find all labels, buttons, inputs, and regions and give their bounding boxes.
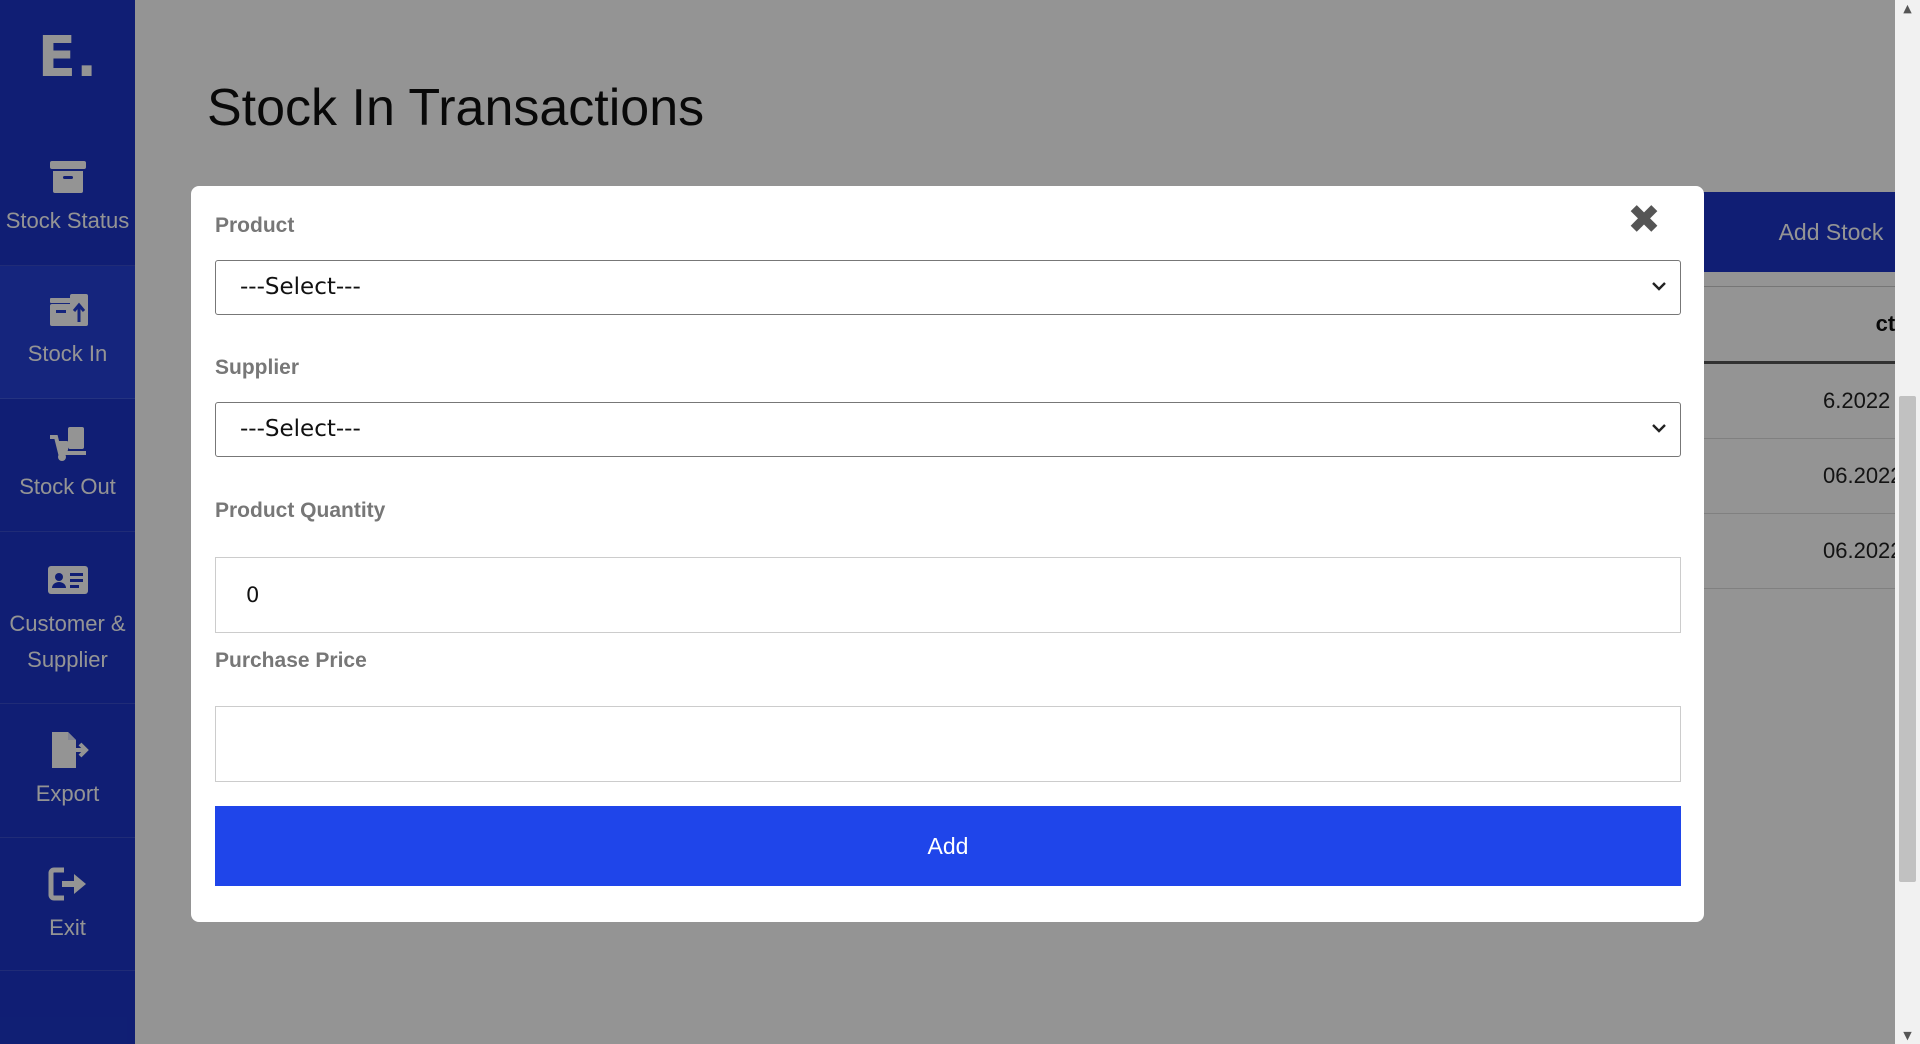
product-quantity-value: 0 (246, 583, 260, 607)
product-quantity-label: Product Quantity (215, 499, 386, 522)
scroll-down-arrow-icon[interactable]: ▼ (1895, 1029, 1920, 1042)
add-button[interactable]: Add (215, 806, 1681, 886)
product-label: Product (215, 214, 295, 237)
scroll-up-arrow-icon[interactable]: ▲ (1895, 2, 1920, 15)
close-icon[interactable]: ✖ (1624, 200, 1664, 240)
scroll-thumb[interactable] (1899, 396, 1916, 882)
supplier-label: Supplier (215, 356, 300, 379)
vertical-scrollbar[interactable]: ▲ ▼ (1895, 0, 1920, 1044)
chevron-down-icon (1652, 424, 1666, 433)
chevron-down-icon (1652, 282, 1666, 291)
purchase-price-label: Purchase Price (215, 649, 367, 672)
product-select-value: ---Select--- (240, 274, 361, 300)
product-quantity-input[interactable]: 0 (215, 557, 1681, 633)
supplier-select[interactable]: ---Select--- (215, 402, 1681, 457)
purchase-price-input[interactable] (215, 706, 1681, 782)
supplier-select-value: ---Select--- (240, 416, 361, 442)
product-select[interactable]: ---Select--- (215, 260, 1681, 315)
add-stock-modal: ✖ Product ---Select--- Supplier ---Selec… (191, 186, 1704, 922)
